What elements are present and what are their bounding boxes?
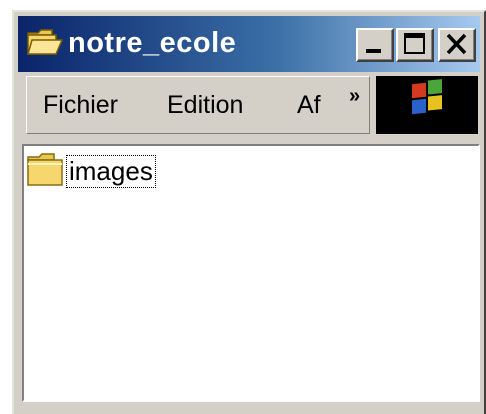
menu-fichier[interactable]: Fichier — [43, 91, 118, 120]
file-list-pane[interactable]: images — [22, 144, 480, 402]
windows-logo-throbber — [376, 76, 478, 134]
folder-label[interactable]: images — [66, 155, 156, 188]
folder-icon — [26, 27, 64, 62]
folder-icon — [26, 152, 66, 193]
maximize-button[interactable] — [396, 28, 434, 62]
maximize-icon — [404, 33, 425, 54]
menu-edition[interactable]: Edition — [167, 91, 243, 120]
menu-bar: Fichier Edition Af » — [26, 76, 370, 134]
window-title: notre_ecole — [68, 27, 237, 59]
minimize-button[interactable] — [356, 28, 394, 62]
toolbar-area: Fichier Edition Af » — [18, 72, 480, 142]
close-button[interactable] — [438, 28, 476, 62]
windows-flag-icon — [412, 79, 442, 115]
menu-overflow-chevron-icon[interactable]: » — [349, 85, 360, 108]
minimize-icon — [366, 49, 381, 53]
close-icon — [446, 33, 467, 55]
title-bar[interactable]: notre_ecole — [18, 16, 480, 72]
menu-affichage[interactable]: Af — [297, 91, 321, 120]
explorer-window: notre_ecole Fichier Edition Af » images — [12, 10, 486, 414]
